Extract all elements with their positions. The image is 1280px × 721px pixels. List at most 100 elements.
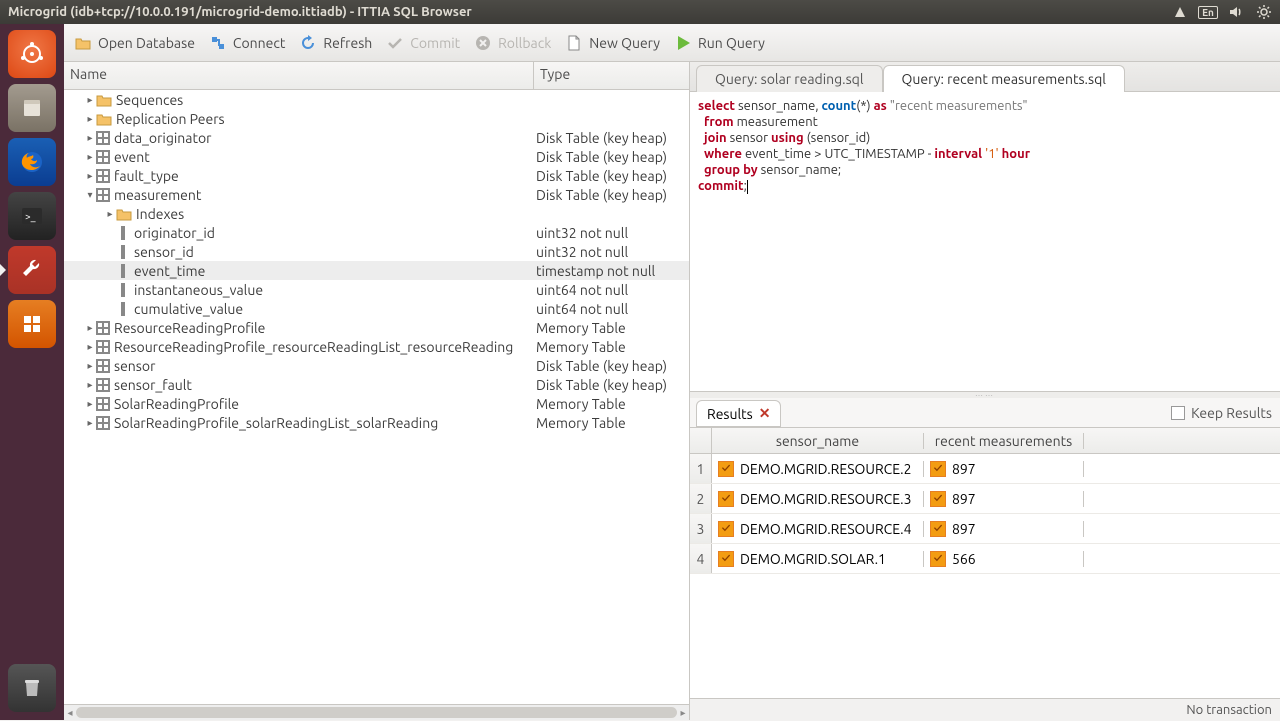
- keep-results-checkbox[interactable]: [1171, 406, 1185, 420]
- tree-row[interactable]: ▸Sequences: [64, 90, 689, 109]
- tree-row[interactable]: ▸ResourceReadingProfileMemory Table: [64, 318, 689, 337]
- schema-tree[interactable]: ▸Sequences▸Replication Peers▸data_origin…: [64, 90, 689, 704]
- keep-results-toggle[interactable]: Keep Results: [1171, 405, 1272, 421]
- cell-recent-measurements[interactable]: 897: [924, 521, 1084, 537]
- expander-icon[interactable]: ▸: [84, 398, 96, 410]
- open-database-button[interactable]: Open Database: [74, 34, 195, 52]
- commit-button: Commit: [386, 34, 460, 52]
- cell-sensor-name[interactable]: DEMO.MGRID.RESOURCE.4: [712, 521, 924, 537]
- results-row[interactable]: 2DEMO.MGRID.RESOURCE.3897: [690, 484, 1280, 514]
- tree-row[interactable]: ▸fault_typeDisk Table (key heap): [64, 166, 689, 185]
- connect-button[interactable]: Connect: [209, 34, 286, 52]
- tree-item-label: instantaneous_value: [134, 282, 263, 298]
- results-row[interactable]: 4DEMO.MGRID.SOLAR.1566: [690, 544, 1280, 574]
- volume-icon[interactable]: [1228, 4, 1244, 20]
- tree-row[interactable]: cumulative_valueuint64 not null: [64, 299, 689, 318]
- launcher-terminal[interactable]: >_: [8, 192, 56, 240]
- tree-row[interactable]: ▸ data_originator Disk Table (key heap): [64, 128, 689, 147]
- rollback-button: Rollback: [474, 34, 551, 52]
- tree-row[interactable]: instantaneous_valueuint64 not null: [64, 280, 689, 299]
- svg-text:>_: >_: [25, 211, 36, 222]
- launcher-app-db[interactable]: [8, 300, 56, 348]
- tree-row[interactable]: ▸Indexes: [64, 204, 689, 223]
- tree-row[interactable]: ▸Replication Peers: [64, 109, 689, 128]
- launcher-files[interactable]: [8, 84, 56, 132]
- expander-icon[interactable]: ▸: [84, 322, 96, 334]
- query-tab[interactable]: Query: solar reading.sql: [696, 65, 883, 92]
- table-icon: [96, 416, 110, 430]
- scroll-left-icon[interactable]: ◂: [64, 705, 76, 721]
- sql-editor[interactable]: select sensor_name, count(*) as "recent …: [690, 92, 1280, 392]
- launcher-trash[interactable]: [8, 664, 56, 712]
- tree-item-label: event: [114, 149, 150, 165]
- results-row[interactable]: 3DEMO.MGRID.RESOURCE.4897: [690, 514, 1280, 544]
- results-col-sensor-name[interactable]: sensor_name: [712, 433, 924, 449]
- close-results-icon[interactable]: ✕: [759, 405, 771, 422]
- scrollbar-thumb[interactable]: [76, 707, 677, 718]
- gear-icon[interactable]: [1256, 4, 1272, 20]
- expander-icon[interactable]: ▸: [84, 113, 96, 125]
- tree-row[interactable]: ▸sensor_faultDisk Table (key heap): [64, 375, 689, 394]
- new-query-button[interactable]: New Query: [565, 34, 660, 52]
- tree-item-label: ResourceReadingProfile_resourceReadingLi…: [114, 339, 513, 355]
- cell-check-icon: [718, 551, 734, 567]
- tree-row[interactable]: ▸ event Disk Table (key heap): [64, 147, 689, 166]
- cell-value: DEMO.MGRID.RESOURCE.3: [740, 491, 912, 507]
- document-icon: [565, 34, 583, 52]
- expander-icon[interactable]: ▸: [84, 151, 96, 163]
- cell-sensor-name[interactable]: DEMO.MGRID.RESOURCE.2: [712, 461, 924, 477]
- launcher-app-wrench[interactable]: [8, 246, 56, 294]
- tree-row[interactable]: event_timetimestamp not null: [64, 261, 689, 280]
- tree-item-label: ResourceReadingProfile: [114, 320, 265, 336]
- cell-recent-measurements[interactable]: 566: [924, 551, 1084, 567]
- tree-item-type: Disk Table (key heap): [534, 149, 689, 165]
- tree-row[interactable]: originator_iduint32 not null: [64, 223, 689, 242]
- tree-item-type: Disk Table (key heap): [534, 130, 689, 146]
- language-indicator[interactable]: En: [1200, 4, 1216, 20]
- cell-sensor-name[interactable]: DEMO.MGRID.SOLAR.1: [712, 551, 924, 567]
- tree-horizontal-scrollbar[interactable]: ◂ ▸: [64, 704, 689, 720]
- results-row[interactable]: 1DEMO.MGRID.RESOURCE.2897: [690, 454, 1280, 484]
- launcher-firefox[interactable]: [8, 138, 56, 186]
- refresh-button[interactable]: Refresh: [299, 34, 372, 52]
- run-query-button[interactable]: Run Query: [674, 34, 765, 52]
- row-index: 1: [690, 454, 712, 483]
- results-tab[interactable]: Results ✕: [696, 400, 781, 427]
- cell-recent-measurements[interactable]: 897: [924, 461, 1084, 477]
- expander-icon[interactable]: ▸: [84, 94, 96, 106]
- tree-header-type[interactable]: Type: [534, 62, 689, 89]
- expander-icon[interactable]: ▸: [84, 417, 96, 429]
- table-icon: [96, 131, 110, 145]
- tree-item-type: uint32 not null: [534, 225, 689, 241]
- cell-recent-measurements[interactable]: 897: [924, 491, 1084, 507]
- tree-row[interactable]: ▸sensorDisk Table (key heap): [64, 356, 689, 375]
- scroll-right-icon[interactable]: ▸: [677, 705, 689, 721]
- network-icon[interactable]: [1172, 4, 1188, 20]
- tree-header: Name Type: [64, 62, 689, 90]
- tree-item-label: data_originator: [114, 130, 211, 146]
- expander-icon[interactable]: ▸: [84, 341, 96, 353]
- tree-header-name[interactable]: Name: [64, 62, 534, 89]
- expander-icon[interactable]: ▸: [84, 170, 96, 182]
- expander-icon[interactable]: ▸: [84, 379, 96, 391]
- expander-icon[interactable]: ▸: [84, 360, 96, 372]
- tree-item-type: uint32 not null: [534, 244, 689, 260]
- expander-icon[interactable]: ▸: [104, 208, 116, 220]
- column-icon: [116, 245, 130, 259]
- results-table[interactable]: sensor_name recent measurements 1DEMO.MG…: [690, 428, 1280, 698]
- tree-row[interactable]: ▸SolarReadingProfile_solarReadingList_so…: [64, 413, 689, 432]
- results-header: Results ✕ Keep Results: [690, 398, 1280, 428]
- folder-icon: [96, 93, 112, 107]
- query-tab[interactable]: Query: recent measurements.sql: [883, 65, 1125, 92]
- tree-row[interactable]: ▸SolarReadingProfileMemory Table: [64, 394, 689, 413]
- results-col-recent-measurements[interactable]: recent measurements: [924, 433, 1084, 449]
- tree-row[interactable]: ▾measurementDisk Table (key heap): [64, 185, 689, 204]
- window-title: Microgrid (idb+tcp://10.0.0.191/microgri…: [8, 5, 472, 19]
- cell-sensor-name[interactable]: DEMO.MGRID.RESOURCE.3: [712, 491, 924, 507]
- tree-row[interactable]: ▸ ResourceReadingProfile_resourceReadingL…: [64, 337, 689, 356]
- tree-row[interactable]: sensor_iduint32 not null: [64, 242, 689, 261]
- launcher-dash[interactable]: [8, 30, 56, 78]
- cell-check-icon: [930, 491, 946, 507]
- expander-icon[interactable]: ▾: [84, 189, 96, 201]
- expander-icon[interactable]: ▸: [84, 132, 96, 144]
